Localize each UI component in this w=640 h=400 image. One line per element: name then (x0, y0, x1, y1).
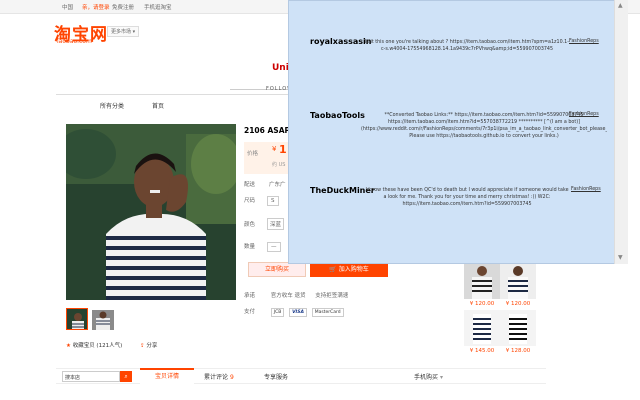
related-item[interactable]: ¥ 145.00 (464, 310, 500, 354)
color-row: 颜色 深蓝 (244, 218, 285, 230)
comment-text: I know these have been QC'd to death but… (365, 187, 569, 208)
tab-reviews[interactable]: 累计评论 9 (204, 372, 234, 381)
price-panel: 价格 ¥ 1 约 US (244, 142, 288, 174)
search-button[interactable]: ⌕ (120, 371, 132, 382)
price-value: 1 (279, 143, 287, 156)
related-item-image (500, 263, 536, 299)
search-icon: ⌕ (124, 373, 128, 380)
more-markets-button[interactable]: 更多市场 ▾ (107, 26, 140, 37)
product-thumbnail[interactable] (92, 310, 114, 330)
related-item-price: ¥ 128.00 (505, 348, 531, 354)
star-icon: ★ (66, 343, 71, 349)
region-selector[interactable]: 中国 (62, 3, 73, 11)
mobile-taobao-link[interactable]: 手机逛淘宝 (144, 3, 172, 11)
size-option[interactable]: S (267, 196, 279, 206)
quantity-label: 数量 (244, 244, 256, 250)
color-label: 颜色 (244, 222, 256, 228)
comment-line: Please use https://taobaotools.github.io… (409, 134, 559, 139)
scroll-up-icon[interactable]: ▲ (618, 2, 623, 9)
popup-scrollbar[interactable]: ▲ ▼ (614, 0, 628, 264)
subreddit-link[interactable]: FashionReps (569, 112, 599, 117)
price-label: 价格 (247, 151, 259, 157)
promise-item[interactable]: 官方收车 退货 (271, 293, 306, 299)
quantity-row: 数量 — (244, 242, 281, 252)
taobao-logo-subtitle: Taobao.com (56, 38, 92, 45)
share-icon: ⇪ (140, 343, 145, 349)
nav-home[interactable]: 首页 (152, 101, 164, 110)
tab-mobile-buy[interactable]: 手机购买 ▾ (414, 372, 443, 381)
product-main-image[interactable] (66, 124, 236, 300)
related-item-price: ¥ 145.00 (469, 348, 495, 354)
share-label: 分享 (146, 343, 158, 349)
price-currency: ¥ (272, 145, 277, 153)
shipping-row: 配送 广东广 (244, 180, 286, 188)
subreddit-link[interactable]: FashionReps (571, 187, 601, 192)
reddit-comments-popup: royalxassasin Is it this one you're talk… (288, 0, 628, 264)
comment-line: https://item.taobao.com/item.htm?id=5599… (402, 202, 532, 207)
product-thumbnail[interactable] (66, 308, 88, 330)
color-option[interactable]: 深蓝 (267, 218, 285, 230)
register-link[interactable]: 免费注册 (112, 3, 134, 11)
share-button[interactable]: ⇪ 分享 (140, 341, 157, 349)
comment-text: Is it this one you're talking about ? ht… (365, 39, 569, 53)
related-item-image (464, 310, 500, 346)
related-item-image (500, 310, 536, 346)
shop-search-input[interactable]: 搜本店 (62, 371, 120, 382)
payment-label: 支付 (244, 309, 256, 315)
promise-row: 承诺 官方收车 退货 支持拒签满速 (244, 291, 348, 299)
related-item[interactable]: ¥ 120.00 (500, 263, 536, 307)
comment-line: https://item.taobao.com/item.htm?id=5570… (388, 120, 580, 125)
divider (56, 94, 288, 95)
add-to-cart-label: 加入购物车 (338, 266, 369, 273)
tab-reviews-label: 累计评论 (204, 374, 229, 381)
payment-row: 支付 JCB VISA MasterCard (244, 307, 347, 317)
login-link[interactable]: 亲，请登录 (82, 3, 110, 11)
related-item[interactable]: ¥ 120.00 (464, 263, 500, 307)
tab-mobile-buy-label: 手机购买 (414, 374, 439, 381)
nav-all-categories[interactable]: 所有分类 (100, 101, 124, 110)
favorite-label: 收藏宝贝 (121人气) (72, 343, 123, 349)
shipping-value: 广东广 (269, 182, 286, 188)
comment-line: c-s.w4004-17554968128.14.1a9439c7rPVhwq&… (380, 47, 554, 52)
subreddit-link[interactable]: FashionReps (569, 39, 599, 44)
promise-item[interactable]: 支持拒签满速 (315, 293, 348, 299)
comment-line: Is it this one you're talking about ? ht… (365, 40, 569, 45)
related-item[interactable]: ¥ 128.00 (500, 310, 536, 354)
comment-line: I know these have been QC'd to death but… (365, 188, 569, 193)
promise-label: 承诺 (244, 293, 256, 299)
comment-line: (https://www.reddit.com/r/FashionReps/co… (361, 127, 607, 132)
comment-username[interactable]: TaobaoTools (310, 111, 365, 120)
related-item-price: ¥ 120.00 (505, 301, 531, 307)
size-row: 尺码 S (244, 196, 279, 206)
scroll-down-icon[interactable]: ▼ (618, 254, 623, 261)
favorite-button[interactable]: ★ 收藏宝贝 (121人气) (66, 341, 122, 349)
related-item-price: ¥ 120.00 (469, 301, 495, 307)
review-count: 9 (229, 374, 234, 381)
jcb-card-icon: JCB (270, 308, 285, 317)
buy-now-button[interactable]: 立即购买 (248, 262, 306, 277)
tab-services[interactable]: 专享服务 (264, 372, 288, 381)
chevron-down-icon: ▾ (439, 374, 443, 381)
size-label: 尺码 (244, 198, 256, 204)
mastercard-icon: MasterCard (311, 308, 344, 317)
add-to-cart-button[interactable]: 🛒 加入购物车 (310, 262, 388, 277)
cart-icon: 🛒 (329, 266, 337, 273)
comment-line: a look for me. Thank you for your time a… (383, 195, 551, 200)
more-markets-label: 更多市场 (111, 29, 132, 35)
related-item-image (464, 263, 500, 299)
tab-item-details[interactable]: 宝贝详情 (140, 368, 194, 384)
visa-card-icon: VISA (289, 308, 307, 317)
comment-username[interactable]: royalxassasin (310, 37, 371, 46)
shipping-label: 配送 (244, 182, 256, 188)
quantity-stepper[interactable]: — (267, 242, 281, 252)
price-usd: 约 US (272, 162, 286, 168)
